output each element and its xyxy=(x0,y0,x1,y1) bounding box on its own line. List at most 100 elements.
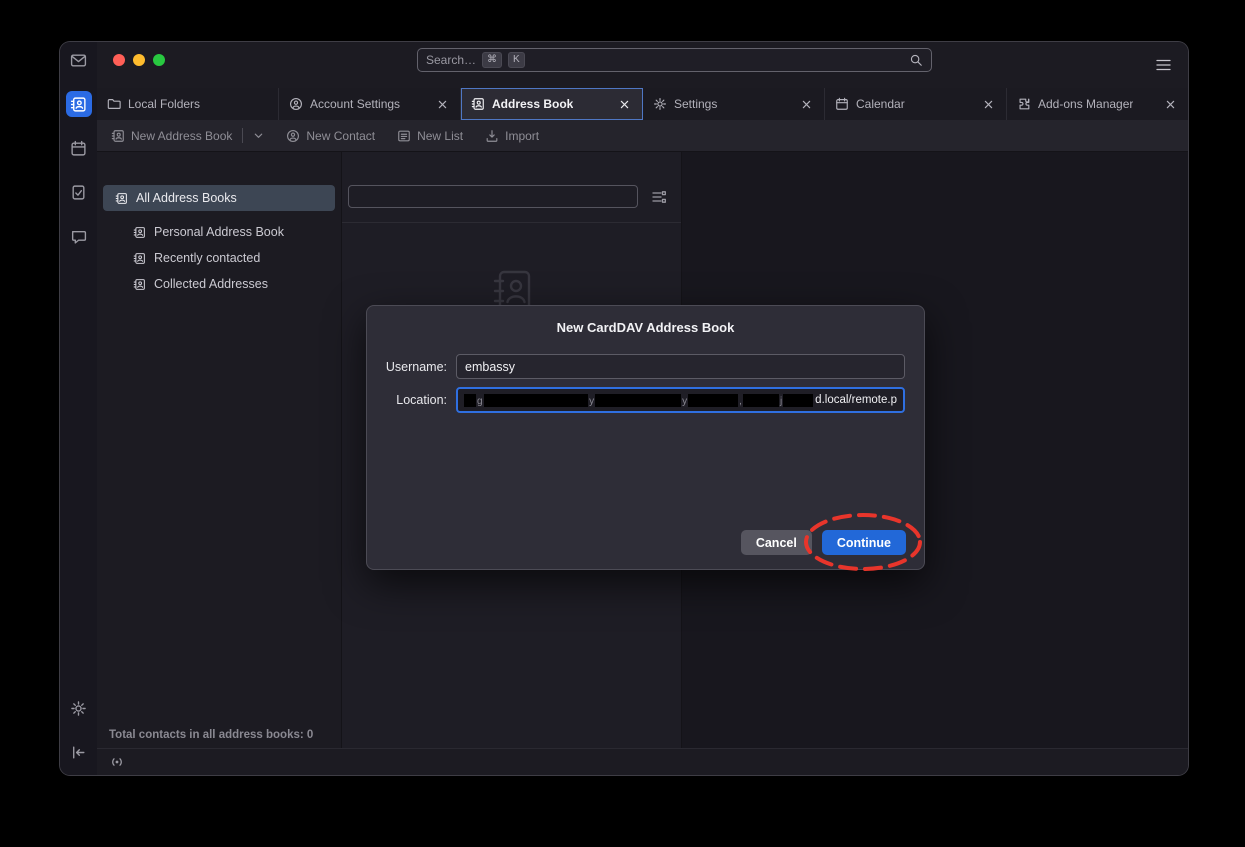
new-contact-label: New Contact xyxy=(306,129,375,143)
mail-space-button[interactable] xyxy=(66,47,92,73)
import-icon xyxy=(485,129,499,143)
location-label: Location: xyxy=(383,393,447,407)
redaction-fragment: g xyxy=(476,397,484,407)
thunderbird-window: Search… ⌘ K Local Folders Account Settin… xyxy=(60,42,1188,775)
new-contact-button[interactable]: New Contact xyxy=(286,129,375,143)
chevron-down-icon xyxy=(253,130,264,141)
location-visible-text: d.local/remote.p xyxy=(815,394,897,406)
k-key-badge: K xyxy=(508,52,525,68)
location-row: Location: g y y , j d.local/remote.p xyxy=(383,387,905,413)
dialog-title: New CardDAV Address Book xyxy=(367,320,924,335)
tab-close-button[interactable] xyxy=(616,96,632,112)
username-row: Username: xyxy=(383,354,905,379)
spaces-toolbar xyxy=(60,42,97,775)
offline-indicator-icon[interactable] xyxy=(109,754,125,770)
close-window-button[interactable] xyxy=(113,54,125,66)
address-book-item-label: Collected Addresses xyxy=(154,277,268,291)
username-label: Username: xyxy=(383,360,447,374)
traffic-lights xyxy=(113,54,165,66)
search-icon xyxy=(909,53,923,67)
tab-label: Settings xyxy=(674,97,717,111)
tab-close-button[interactable] xyxy=(434,96,450,112)
redaction-bar xyxy=(783,394,813,407)
tab-bar: Local Folders Account Settings Address B… xyxy=(97,88,1188,120)
mail-icon xyxy=(70,52,87,69)
tab-label: Add-ons Manager xyxy=(1038,97,1133,111)
minimize-window-button[interactable] xyxy=(133,54,145,66)
contacts-search-input[interactable] xyxy=(348,185,638,208)
redaction-bar xyxy=(484,394,589,407)
address-book-item-recent[interactable]: Recently contacted xyxy=(103,245,335,271)
address-book-icon xyxy=(70,96,87,113)
tab-address-book[interactable]: Address Book xyxy=(461,88,643,120)
dialog-buttons: Cancel Continue xyxy=(741,530,906,555)
address-book-icon xyxy=(115,192,128,205)
continue-button[interactable]: Continue xyxy=(822,530,906,555)
global-search-input[interactable]: Search… ⌘ K xyxy=(417,48,932,72)
address-book-item-label: All Address Books xyxy=(136,191,237,205)
tab-settings[interactable]: Settings xyxy=(643,88,825,120)
display-options-icon xyxy=(651,189,667,205)
address-book-toolbar: New Address Book New Contact New List Im… xyxy=(97,120,1188,152)
tab-addons-manager[interactable]: Add-ons Manager xyxy=(1007,88,1188,120)
tab-close-button[interactable] xyxy=(980,96,996,112)
new-list-button[interactable]: New List xyxy=(397,129,463,143)
tab-account-settings[interactable]: Account Settings xyxy=(279,88,461,120)
address-book-item-collected[interactable]: Collected Addresses xyxy=(103,271,335,297)
calendar-icon xyxy=(70,140,87,157)
tab-label: Account Settings xyxy=(310,97,400,111)
new-carddav-dialog: New CardDAV Address Book Username: Locat… xyxy=(366,305,925,570)
new-address-book-button[interactable]: New Address Book xyxy=(111,128,264,143)
redaction-fragment: y xyxy=(681,397,688,407)
chat-space-button[interactable] xyxy=(66,223,92,249)
redaction-fragment: j xyxy=(779,397,783,407)
cmd-key-badge: ⌘ xyxy=(482,52,502,68)
gear-icon xyxy=(653,97,667,111)
address-book-item-label: Personal Address Book xyxy=(154,225,284,239)
redaction-fragment: , xyxy=(738,397,743,407)
calendar-icon xyxy=(835,97,849,111)
collapse-icon xyxy=(70,744,87,761)
tab-label: Address Book xyxy=(492,97,573,111)
list-icon xyxy=(397,129,411,143)
redaction-bar xyxy=(595,394,681,407)
hamburger-icon xyxy=(1155,58,1172,72)
redaction-fragment: y xyxy=(588,397,595,407)
import-button[interactable]: Import xyxy=(485,129,539,143)
cancel-button[interactable]: Cancel xyxy=(741,530,812,555)
tab-calendar[interactable]: Calendar xyxy=(825,88,1007,120)
address-book-item-personal[interactable]: Personal Address Book xyxy=(103,219,335,245)
zoom-window-button[interactable] xyxy=(153,54,165,66)
tasks-space-button[interactable] xyxy=(66,179,92,205)
address-book-space-button[interactable] xyxy=(66,91,92,117)
tab-label: Calendar xyxy=(856,97,905,111)
new-list-label: New List xyxy=(417,129,463,143)
folder-icon xyxy=(107,97,121,111)
chat-icon xyxy=(70,228,87,245)
new-address-book-label: New Address Book xyxy=(131,129,232,143)
redaction-bar xyxy=(688,394,738,407)
username-field[interactable] xyxy=(456,354,905,379)
app-menu-button[interactable] xyxy=(1150,53,1176,77)
titlebar: Search… ⌘ K xyxy=(97,42,1188,88)
tab-close-button[interactable] xyxy=(798,96,814,112)
import-label: Import xyxy=(505,129,539,143)
spacer xyxy=(97,211,341,219)
redaction-bar xyxy=(464,394,476,407)
tab-local-folders[interactable]: Local Folders xyxy=(97,88,279,120)
person-icon xyxy=(286,129,300,143)
tab-close-button[interactable] xyxy=(1162,96,1178,112)
address-book-icon xyxy=(111,129,125,143)
calendar-space-button[interactable] xyxy=(66,135,92,161)
settings-button[interactable] xyxy=(66,695,92,721)
location-field[interactable]: g y y , j d.local/remote.p xyxy=(456,387,905,413)
addons-puzzle-icon xyxy=(1017,97,1031,111)
address-book-icon xyxy=(133,278,146,291)
divider xyxy=(242,128,243,143)
address-book-item-all[interactable]: All Address Books xyxy=(103,185,335,211)
search-placeholder: Search… xyxy=(426,53,476,67)
collapse-spaces-button[interactable] xyxy=(66,739,92,765)
display-options-button[interactable] xyxy=(649,187,669,207)
address-book-icon xyxy=(133,252,146,265)
divider xyxy=(342,222,681,223)
